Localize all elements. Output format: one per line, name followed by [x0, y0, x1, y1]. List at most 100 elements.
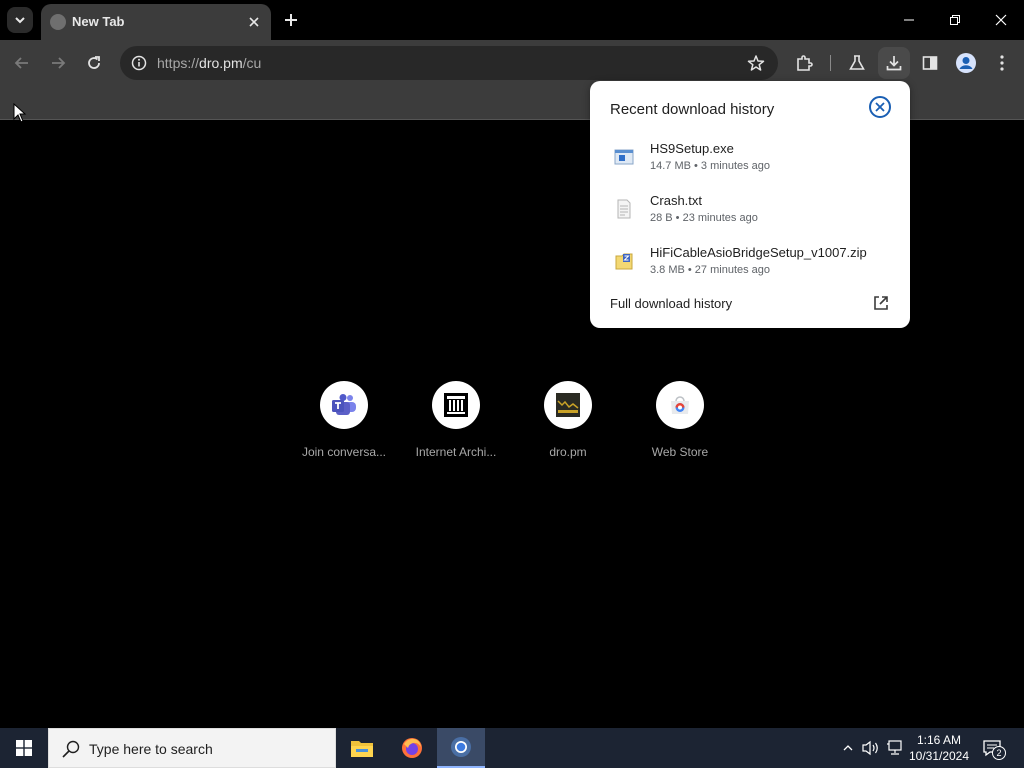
forward-button[interactable]	[44, 49, 72, 77]
notification-count-badge: 2	[992, 746, 1006, 760]
url-text: https://dro.pm/cu	[157, 55, 261, 71]
url-scheme: https://	[157, 55, 200, 71]
mouse-cursor-icon	[13, 103, 27, 123]
download-bubble-title: Recent download history	[610, 101, 775, 118]
close-window-button[interactable]	[978, 0, 1024, 40]
globe-icon	[50, 14, 66, 30]
tab-strip: New Tab	[0, 0, 1024, 40]
address-bar[interactable]: https://dro.pm/cu	[120, 46, 778, 80]
shortcut-label: Internet Archi...	[415, 445, 497, 459]
taskbar-search-box[interactable]: Type here to search	[48, 728, 336, 768]
minimize-button[interactable]	[886, 0, 932, 40]
taskbar-chrome[interactable]	[437, 728, 485, 768]
downloads-button[interactable]	[878, 47, 910, 79]
speaker-icon	[862, 740, 878, 756]
new-tab-button[interactable]	[280, 9, 302, 31]
download-item[interactable]: HiFiCableAsioBridgeSetup_v1007.zip 3.8 M…	[590, 245, 910, 293]
shortcut-label: Web Store	[651, 445, 709, 459]
chevron-up-icon	[843, 745, 853, 751]
shortcut-label: Join conversa...	[301, 445, 387, 459]
download-item[interactable]: HS9Setup.exe 14.7 MB • 3 minutes ago	[590, 141, 910, 189]
network-button[interactable]	[885, 738, 905, 758]
reload-button[interactable]	[80, 49, 108, 77]
puzzle-icon	[797, 55, 813, 71]
network-icon	[887, 740, 902, 755]
shortcut-tile	[656, 381, 704, 429]
browser-toolbar: https://dro.pm/cu	[0, 40, 1024, 86]
taskbar: Type here to search 1:16 AM 10/31/2024 2	[0, 728, 1024, 768]
menu-button[interactable]	[988, 49, 1016, 77]
bookmark-star-button[interactable]	[746, 53, 766, 73]
back-button[interactable]	[8, 49, 36, 77]
shortcut-label: dro.pm	[549, 445, 587, 459]
shortcut-tile	[320, 381, 368, 429]
full-download-history-link[interactable]: Full download history	[610, 296, 732, 311]
exe-file-icon	[614, 149, 634, 165]
tab-title: New Tab	[72, 14, 125, 29]
download-file-name: HiFiCableAsioBridgeSetup_v1007.zip	[650, 245, 867, 260]
shortcut-join-conversation[interactable]: Join conversa...	[294, 381, 394, 459]
show-hidden-icons-button[interactable]	[838, 738, 858, 758]
close-icon	[995, 14, 1007, 26]
folder-icon	[351, 741, 373, 757]
shortcut-tile	[432, 381, 480, 429]
reload-icon	[88, 56, 100, 69]
tab-close-button[interactable]	[245, 13, 263, 31]
chrome-icon	[451, 737, 471, 757]
zip-file-icon	[615, 253, 633, 270]
shortcut-web-store[interactable]: Web Store	[630, 381, 730, 459]
download-file-meta: 3.8 MB • 27 minutes ago	[650, 264, 771, 276]
search-placeholder: Type here to search	[89, 741, 213, 757]
archive-icon	[444, 393, 468, 417]
volume-button[interactable]	[861, 738, 881, 758]
download-file-name: HS9Setup.exe	[650, 141, 734, 156]
download-file-name: Crash.txt	[650, 193, 703, 208]
chevron-down-icon	[15, 17, 25, 24]
download-bubble-close-button[interactable]	[869, 96, 891, 118]
clock-time: 1:16 AM	[916, 733, 962, 747]
tab-new-tab[interactable]: New Tab	[41, 4, 271, 40]
close-icon	[249, 17, 259, 27]
side-panel-button[interactable]	[916, 49, 944, 77]
avatar-icon	[956, 53, 976, 73]
url-path: /cu	[242, 55, 262, 71]
screen: New Tab https://dro.pm/cu Join conversa.…	[0, 0, 1024, 768]
download-bubble: Recent download history HS9Setup.exe 14.…	[590, 81, 910, 328]
restore-icon	[950, 15, 960, 25]
arrow-left-icon	[14, 57, 28, 69]
kebab-menu-icon	[1000, 55, 1004, 71]
flask-icon	[849, 55, 865, 70]
tab-search-button[interactable]	[7, 7, 33, 33]
extensions-button[interactable]	[790, 49, 818, 77]
taskbar-file-explorer[interactable]	[338, 728, 386, 768]
download-item[interactable]: Crash.txt 28 B • 23 minutes ago	[590, 193, 910, 241]
firefox-icon	[402, 738, 422, 758]
taskbar-firefox[interactable]	[388, 728, 436, 768]
webstore-icon	[671, 396, 689, 414]
open-in-new-icon[interactable]	[872, 294, 890, 312]
notification-center-button[interactable]: 2	[982, 736, 1008, 760]
download-file-meta: 28 B • 23 minutes ago	[650, 212, 758, 224]
search-icon	[62, 740, 80, 758]
restore-button[interactable]	[932, 0, 978, 40]
labs-button[interactable]	[843, 49, 871, 77]
star-icon	[747, 55, 765, 71]
close-icon	[875, 102, 885, 112]
text-file-icon	[617, 199, 631, 219]
start-button[interactable]	[0, 728, 48, 768]
site-info-icon[interactable]	[128, 52, 150, 74]
minimize-icon	[904, 19, 914, 21]
download-icon	[886, 56, 902, 71]
plus-icon	[285, 14, 297, 26]
windows-logo-icon	[16, 740, 32, 756]
shortcut-dro-pm[interactable]: dro.pm	[518, 381, 618, 459]
taskbar-clock[interactable]: 1:16 AM 10/31/2024	[904, 732, 974, 764]
teams-icon	[332, 394, 356, 415]
clock-date: 10/31/2024	[908, 749, 970, 763]
arrow-right-icon	[52, 57, 66, 69]
profile-button[interactable]	[952, 49, 980, 77]
dropm-icon	[556, 393, 580, 417]
url-host: dro.pm	[199, 55, 243, 71]
shortcut-internet-archive[interactable]: Internet Archi...	[406, 381, 506, 459]
toolbar-separator	[830, 55, 831, 71]
